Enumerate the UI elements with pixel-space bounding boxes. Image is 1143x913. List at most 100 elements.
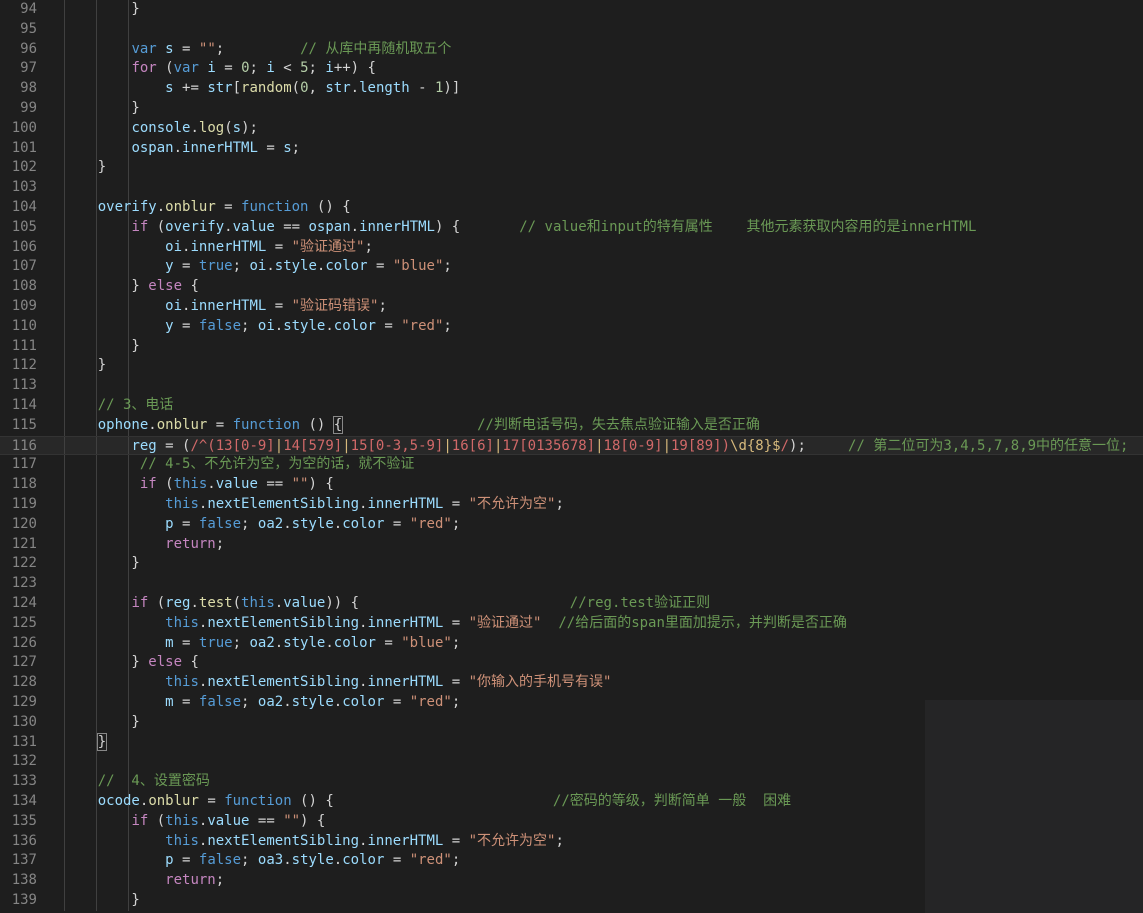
code-token: str [207,80,233,97]
line-number: 137 [11,852,37,869]
code-text: } else { [64,653,199,673]
indent-guide [128,19,129,40]
code-token: value [232,218,275,235]
code-token: //reg.test验证正则 [569,595,711,611]
line-number: 135 [11,812,37,829]
code-token: nextElementSibling [207,674,360,691]
code-token: 19[89]) [671,437,731,454]
code-text: for (var i = 0; i < 5; i++) { [64,59,376,79]
code-token: \d{8}$ [730,437,781,454]
code-token: "验证码错误" [291,298,379,314]
code-line[interactable]: 114 // 3、电话 [0,396,1143,416]
line-number: 129 [11,694,37,710]
code-text: } [64,356,106,376]
code-token: } [64,892,140,908]
code-token: = [375,317,402,334]
line-number: 117 [11,456,37,473]
code-token: { [182,654,199,671]
code-token: "blue" [401,634,452,651]
code-line[interactable]: 116 reg = (/^(13[0-9]|14[579]|15[0-3,5-9… [0,435,1143,456]
code-token: [ [232,80,242,97]
code-line[interactable]: 97 for (var i = 0; i < 5; i++) { [0,59,1143,80]
code-line[interactable]: 115 ophone.onblur = function () { //判断电话… [0,415,1143,436]
code-token: . [283,694,292,710]
code-line[interactable]: 94 } [0,0,1143,20]
code-token: function [232,416,301,433]
code-token: s [283,139,292,156]
code-line[interactable]: 119 this.nextElementSibling.innerHTML = … [0,495,1143,515]
code-line[interactable]: 105 if (overify.value == ospan.innerHTML… [0,217,1143,238]
code-line[interactable]: 110 y = false; oi.style.color = "red"; [0,316,1143,337]
code-token: //判断电话号码，失去焦点验证输入是否正确 [477,416,760,433]
code-token: . [283,515,292,532]
line-number: 111 [11,337,37,354]
code-token: )) { [325,595,570,611]
code-line[interactable]: 99 } [0,99,1143,119]
code-token: "" [198,40,216,57]
code-line[interactable]: 100 console.log(s); [0,118,1143,139]
code-line[interactable]: 123 [0,574,1143,594]
code-line[interactable]: 96 var s = ""; // 从库中再随机取五个 [0,39,1143,60]
line-number: 115 [11,416,37,433]
code-token: // value和input的特有属性 其他元素获取内容用的是innerHTML [519,218,977,235]
code-line[interactable]: 102 } [0,158,1143,179]
code-line[interactable]: 125 this.nextElementSibling.innerHTML = … [0,613,1143,634]
code-token: . [274,634,284,651]
code-line[interactable]: 101 ospan.innerHTML = s; [0,138,1143,159]
code-line[interactable]: 120 p = false; oa2.style.color = "red"; [0,514,1143,535]
code-line[interactable]: 122 } [0,554,1143,575]
code-token: 16[6] [451,437,494,454]
code-token: ); [789,437,849,454]
code-token: var [131,40,157,57]
code-token: // 从库中再随机取五个 [300,40,452,57]
code-token: this [165,614,199,631]
code-token: "" [283,812,301,829]
code-line[interactable]: 98 s += str[random(0, str.length - 1)] [0,79,1143,99]
line-number: 125 [11,614,37,631]
code-editor[interactable]: 139 } 138 return; 137 p = false; oa3.style… [0,0,1143,913]
minimap-panel[interactable] [925,700,1143,913]
code-line[interactable]: 106 oi.innerHTML = "验证通过"; [0,237,1143,258]
line-number: 138 [11,872,37,889]
line-number: 106 [11,238,37,255]
code-token: style [283,317,326,334]
code-line[interactable]: 103 [0,178,1143,198]
code-line[interactable]: 128 this.nextElementSibling.innerHTML = … [0,673,1143,693]
code-line[interactable]: 113 [0,376,1143,396]
code-line[interactable]: 124 if (reg.test(this.value)) { //reg.te… [0,594,1143,614]
code-line[interactable]: 104 overify.onblur = function () { [0,198,1143,218]
code-line[interactable]: 107 y = true; oi.style.color = "blue"; [0,257,1143,278]
code-text: y = false; oi.style.color = "red"; [64,317,452,337]
code-text: } [64,732,108,753]
code-token: . [333,515,343,532]
code-line[interactable]: 118 if (this.value == "") { [0,475,1143,495]
line-number: 124 [11,595,37,611]
code-line[interactable]: 109 oi.innerHTML = "验证码错误"; [0,297,1143,317]
code-line[interactable]: 126 m = true; oa2.style.color = "blue"; [0,633,1143,654]
code-token: test [198,595,233,611]
code-token: "不允许为空" [468,832,556,849]
line-number: 100 [11,119,37,136]
code-token: ; [232,634,250,651]
code-line[interactable]: 127 } else { [0,653,1143,674]
code-text: // 3、电话 [64,396,174,416]
code-line[interactable]: 108 } else { [0,277,1143,297]
code-token: 18[0-9] [603,437,663,454]
code-token: innerHTML [367,614,444,631]
code-token: value [283,595,326,611]
code-line[interactable]: 111 } [0,336,1143,357]
code-line[interactable]: 112 } [0,356,1143,377]
code-text: if (this.value == "") { [64,812,325,832]
code-line[interactable]: 95 [0,19,1143,40]
code-token: nextElementSibling [207,832,360,849]
code-line[interactable]: 121 return; [0,534,1143,555]
line-number: 130 [11,713,37,730]
code-line[interactable]: 117 // 4-5、不允许为空，为空的话，就不验证 [0,455,1143,476]
code-token: } [64,100,140,116]
code-token: . [274,317,284,334]
